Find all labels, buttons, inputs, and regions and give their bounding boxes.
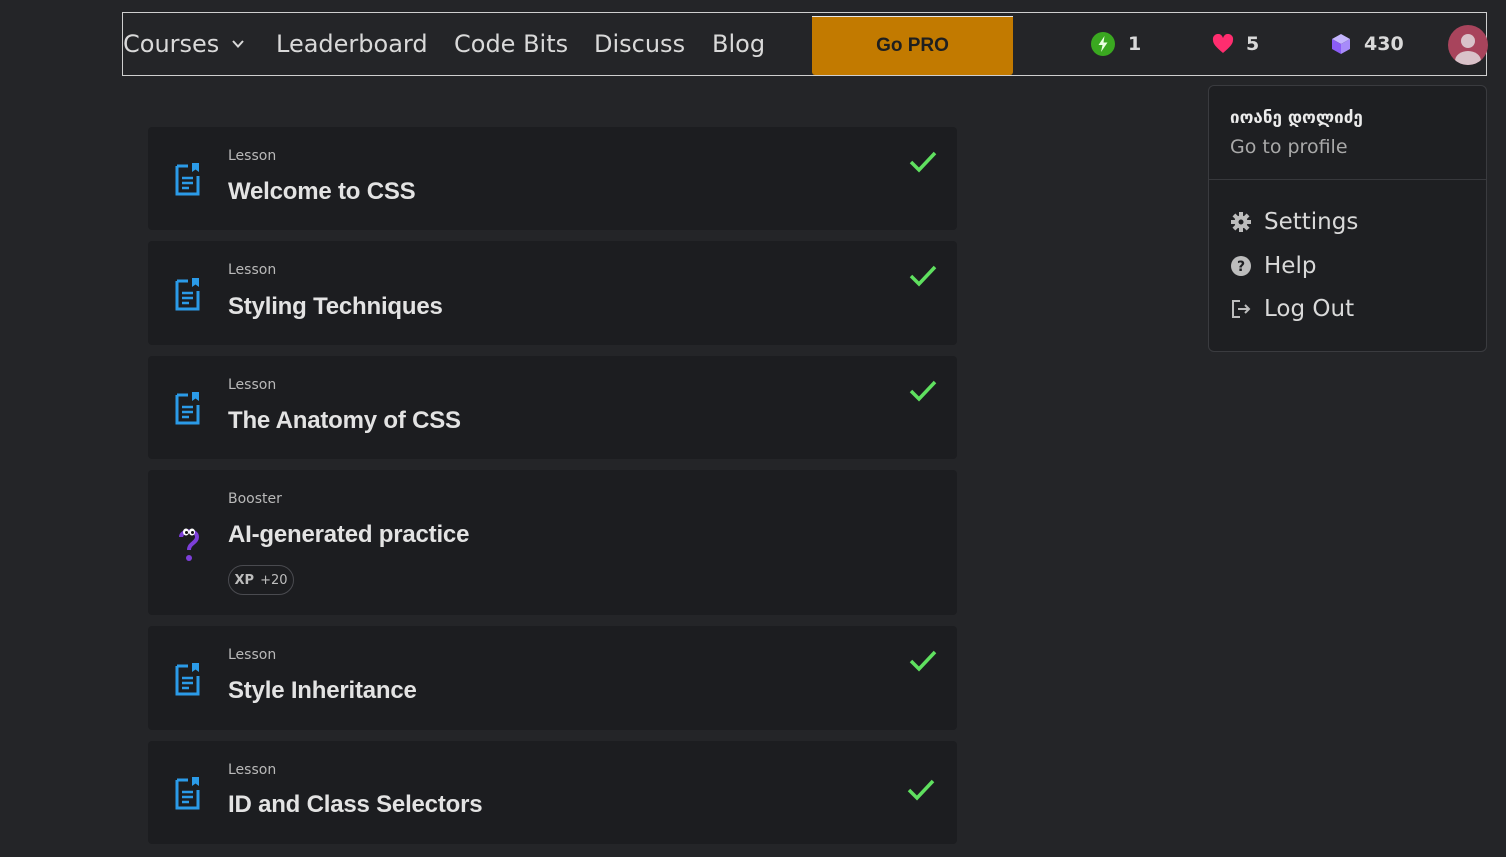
lesson-document-icon (175, 663, 200, 696)
checkmark-icon (909, 650, 937, 672)
help-label: Help (1264, 253, 1317, 279)
settings-label: Settings (1264, 209, 1359, 235)
svg-text:?: ? (1237, 259, 1245, 275)
chevron-down-icon (232, 40, 245, 48)
checkmark-icon (907, 779, 935, 801)
avatar[interactable] (1448, 25, 1488, 65)
lesson-kind: Lesson (228, 377, 277, 393)
lesson-document-icon (175, 392, 200, 425)
nav-courses[interactable]: Courses (123, 13, 245, 75)
lesson-title: Style Inheritance (228, 677, 417, 704)
nav-courses-label: Courses (123, 30, 220, 58)
checkmark-icon (909, 380, 937, 402)
checkmark-icon (909, 265, 937, 287)
question-circle-icon: ? (1231, 256, 1251, 276)
logout-icon (1232, 300, 1251, 318)
xp-value: +20 (260, 572, 288, 588)
lightning-icon (1091, 32, 1115, 56)
go-to-profile-link[interactable]: Go to profile (1230, 136, 1348, 158)
profile-user-name: იოანე დოლიძე (1230, 108, 1363, 128)
log-out-label: Log Out (1264, 296, 1355, 322)
lesson-kind: Lesson (228, 647, 277, 663)
booster-card[interactable]: Booster AI-generated practice XP +20 (148, 470, 957, 615)
checkmark-icon (909, 151, 937, 173)
booster-kind: Booster (228, 491, 282, 507)
bits-count: 430 (1364, 33, 1404, 55)
hearts-count: 5 (1246, 33, 1260, 55)
heart-icon (1212, 34, 1234, 53)
lesson-card[interactable]: Lesson Style Inheritance (148, 626, 957, 730)
lesson-document-icon (175, 163, 200, 196)
question-mark-mascot-icon (179, 528, 200, 561)
gear-icon (1231, 212, 1251, 232)
lesson-kind: Lesson (228, 762, 277, 778)
lesson-document-icon (175, 278, 200, 311)
lesson-title: Styling Techniques (228, 293, 443, 320)
profile-dropdown: იოანე დოლიძე Go to profile Settings ? He… (1208, 85, 1487, 352)
bits-counter[interactable]: 430 (1330, 13, 1404, 75)
dropdown-divider (1209, 179, 1486, 180)
lesson-title: The Anatomy of CSS (228, 407, 461, 434)
lesson-kind: Lesson (228, 148, 277, 164)
hearts-counter[interactable]: 5 (1212, 13, 1259, 75)
streak-count: 1 (1128, 33, 1142, 55)
help-menu-item[interactable]: ? Help (1230, 251, 1316, 281)
lesson-card[interactable]: Lesson Styling Techniques (148, 241, 957, 345)
streak-counter[interactable]: 1 (1090, 13, 1141, 75)
user-avatar-icon (1455, 34, 1481, 65)
lesson-title: Welcome to CSS (228, 178, 416, 205)
cube-icon (1332, 34, 1350, 54)
lesson-card[interactable]: Lesson ID and Class Selectors (148, 741, 957, 844)
lesson-card[interactable]: Lesson The Anatomy of CSS (148, 356, 957, 459)
go-pro-button[interactable]: Go PRO (812, 16, 1013, 75)
log-out-menu-item[interactable]: Log Out (1230, 294, 1354, 324)
lesson-card[interactable]: Lesson Welcome to CSS (148, 127, 957, 230)
lesson-document-icon (175, 777, 200, 810)
booster-title: AI-generated practice (228, 521, 470, 548)
xp-badge: XP +20 (228, 565, 294, 595)
lesson-title: ID and Class Selectors (228, 791, 483, 818)
settings-menu-item[interactable]: Settings (1230, 207, 1358, 237)
top-navigation: Courses Leaderboard Code Bits Discuss Bl… (122, 12, 1488, 76)
nav-leaderboard[interactable]: Leaderboard (276, 13, 428, 75)
nav-blog[interactable]: Blog (712, 13, 765, 75)
xp-label: XP (234, 572, 255, 588)
nav-discuss[interactable]: Discuss (594, 13, 685, 75)
nav-code-bits[interactable]: Code Bits (454, 13, 568, 75)
lesson-kind: Lesson (228, 262, 277, 278)
